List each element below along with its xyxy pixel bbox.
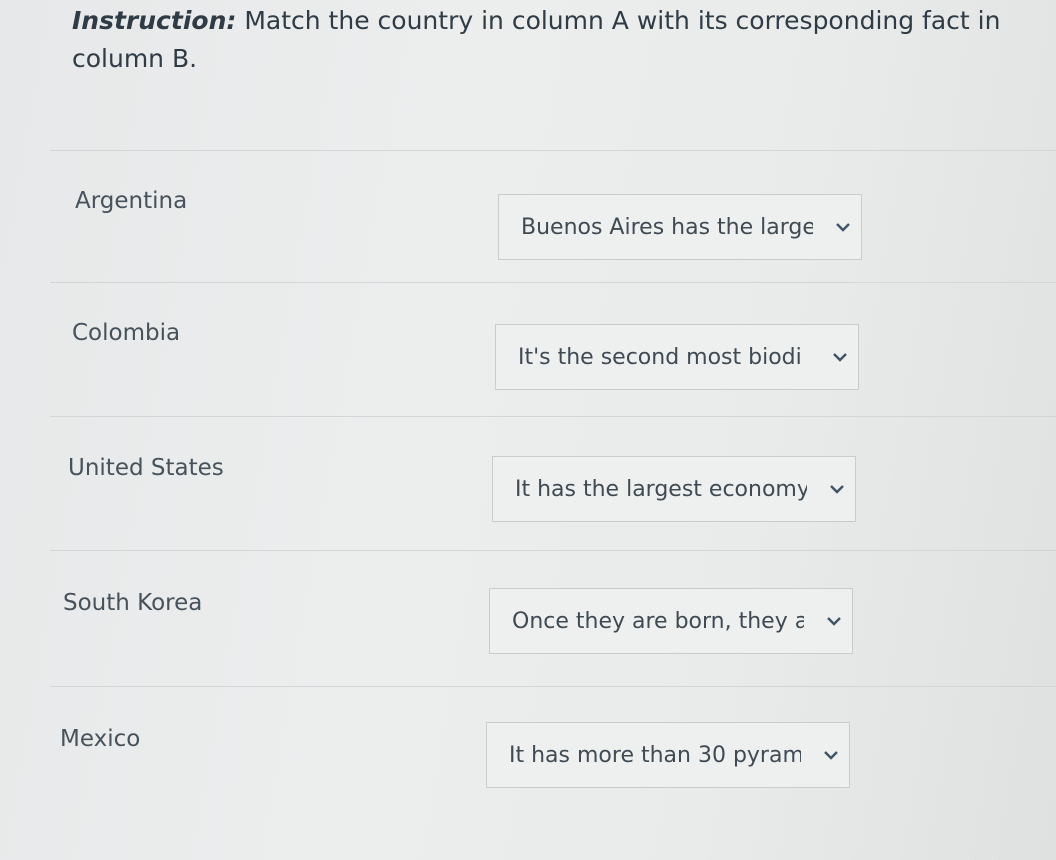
country-label-argentina: Argentina <box>75 188 188 214</box>
chevron-down-icon <box>824 614 844 628</box>
country-label-mexico: Mexico <box>60 726 141 752</box>
chevron-down-icon <box>833 220 853 234</box>
fact-select-colombia[interactable]: It's the second most biodi <box>495 324 859 390</box>
fact-select-value: Buenos Aires has the large <box>521 214 813 240</box>
divider <box>50 282 1056 283</box>
fact-select-argentina[interactable]: Buenos Aires has the large <box>498 194 862 260</box>
instruction: Instruction: Match the country in column… <box>72 2 1032 78</box>
fact-select-value: It's the second most biodi <box>518 344 802 370</box>
divider <box>50 416 1056 417</box>
fact-select-value: It has the largest economy <box>515 476 807 502</box>
fact-select-value: Once they are born, they a <box>512 608 804 634</box>
chevron-down-icon <box>821 748 841 762</box>
chevron-down-icon <box>827 482 847 496</box>
fact-select-united-states[interactable]: It has the largest economy <box>492 456 856 522</box>
fact-select-mexico[interactable]: It has more than 30 pyram <box>486 722 850 788</box>
fact-select-value: It has more than 30 pyram <box>509 742 801 768</box>
fact-select-south-korea[interactable]: Once they are born, they a <box>489 588 853 654</box>
country-label-colombia: Colombia <box>72 320 181 346</box>
country-label-united-states: United States <box>68 455 224 481</box>
divider <box>50 150 1056 151</box>
instruction-label: Instruction: <box>72 6 237 35</box>
chevron-down-icon <box>830 350 850 364</box>
divider <box>50 686 1056 687</box>
divider <box>50 550 1056 551</box>
country-label-south-korea: South Korea <box>63 590 203 616</box>
